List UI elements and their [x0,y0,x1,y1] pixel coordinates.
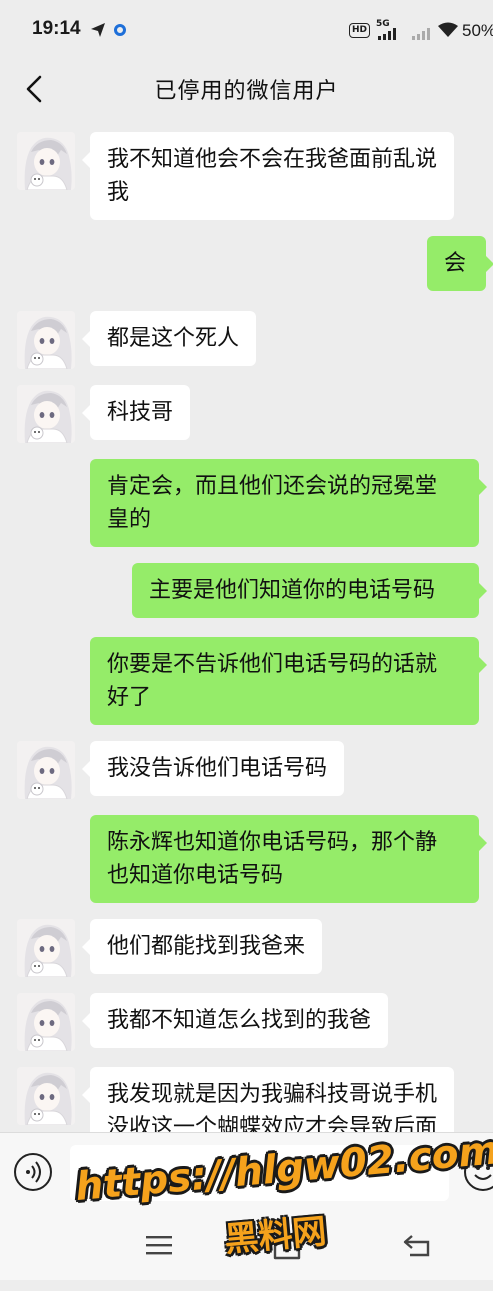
avatar[interactable] [17,1067,75,1125]
voice-icon[interactable] [14,1153,52,1191]
input-bar [0,1132,493,1211]
home-icon[interactable] [272,1232,302,1260]
system-nav-bar [0,1210,493,1280]
chat-message-list[interactable]: 我不知道他会不会在我爸面前乱说 我会 都是这个死人 科技哥肯定会，而且他们还会说… [0,114,493,1132]
avatar[interactable] [17,385,75,443]
signal-icon-secondary [412,28,430,40]
hd-icon: HD [349,23,371,38]
message-bubble[interactable]: 我没告诉他们电话号码 [81,741,345,796]
message-bubble[interactable]: 我都不知道怎么找到的我爸 [81,993,389,1048]
message-bubble[interactable]: 都是这个死人 [81,311,257,366]
message-bubble[interactable]: 肯定会，而且他们还会说的冠冕堂 皇的 [90,459,487,547]
send-icon [91,23,105,37]
avatar[interactable] [17,132,75,190]
message-bubble[interactable]: 你要是不告诉他们电话号码的话就 好了 [90,637,487,725]
message-bubble[interactable]: 会 [427,236,493,291]
avatar[interactable] [17,993,75,1051]
emoji-icon[interactable] [464,1153,493,1191]
location-dot-icon [114,24,126,36]
wifi-icon [438,22,458,37]
avatar[interactable] [17,919,75,977]
status-bar: 19:14 HD 5G 50% [0,0,493,62]
back-icon[interactable] [402,1232,432,1258]
menu-icon[interactable] [146,1234,172,1256]
signal-icon [378,28,396,40]
message-bubble[interactable]: 我不知道他会不会在我爸面前乱说 我 [81,132,455,220]
message-bubble[interactable]: 主要是他们知道你的电话号码 [132,563,487,618]
chat-title: 已停用的微信用户 [154,79,339,104]
avatar[interactable] [17,311,75,369]
battery-percent: 50% [462,21,493,40]
message-bubble[interactable]: 陈永辉也知道你电话号码，那个静 也知道你电话号码 [90,815,487,903]
chat-header: 已停用的微信用户 [0,62,493,114]
message-input[interactable] [70,1145,449,1201]
message-bubble[interactable]: 我发现就是因为我骗科技哥说手机 没收这一个蝴蝶效应才会导致后面 [81,1067,455,1132]
message-bubble[interactable]: 科技哥 [81,385,191,440]
message-bubble[interactable]: 他们都能找到我爸来 [81,919,323,974]
avatar[interactable] [17,741,75,799]
status-time: 19:14 [32,18,81,39]
